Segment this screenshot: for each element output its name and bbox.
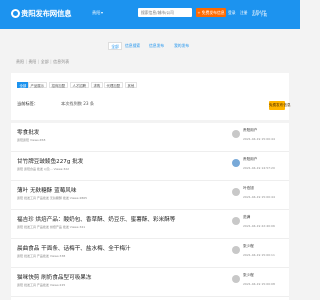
avatar — [232, 246, 240, 254]
listing-title[interactable]: 甘竹牌豆豉鲮鱼227g 批发 — [17, 157, 83, 165]
logo-text: 贵阳发布网信息 — [21, 9, 72, 18]
list-item[interactable]: 甘竹牌豆豉鲮鱼227g 批发 贵阳 贵阳食品 批发 以及... Views:32… — [11, 152, 289, 181]
filter-tag[interactable]: 招商加盟 — [49, 82, 68, 88]
listing-meta: 贵阳 批发工具 产品批发 Views:338 — [17, 254, 66, 258]
logo-icon — [11, 9, 20, 18]
filter-tag[interactable]: 代理加盟 — [104, 82, 123, 88]
app-download-link[interactable]: APP 下载 — [252, 13, 267, 18]
listing-meta: 贵阳 批发工具 产品批发 烘焙产品 批发 Views:341 — [17, 225, 86, 229]
filter-tag[interactable]: 产品展示 — [28, 82, 47, 88]
poster-name[interactable]: 叶伯旭 — [243, 186, 254, 191]
list-item[interactable]: 福吉珍 烘焙产品：酸奶包、香草酥、奶豆乐、蜜薯酥、彩米酥等 贵阳 批发工具 产品… — [11, 210, 289, 239]
list-item[interactable]: 晨曲食品 干面条、话梅干、盐水梅、全干梅汁 贵阳 批发工具 产品批发 Views… — [11, 239, 289, 268]
region-label: 贵阳 — [92, 10, 101, 15]
search-input[interactable] — [138, 8, 192, 17]
avatar — [232, 217, 240, 225]
post-time: 2021-04-19 15:00:08 — [243, 282, 275, 286]
avatar — [232, 130, 240, 138]
listing-meta: 贵阳 批发工具 产品批发 无麸糖酥 批发 Views:2865 — [17, 196, 88, 200]
listing-meta: 贵阳 批发工具 产品批发 Views:225 — [17, 283, 66, 287]
breadcrumb-item[interactable]: 贵阳 — [28, 59, 36, 64]
post-time: 2021-04-19 15:00:11 — [243, 253, 275, 257]
breadcrumb: 贵阳 | 贵阳 | 全部 | 信息列表 — [16, 59, 69, 65]
login-link[interactable]: 登录 — [228, 8, 236, 17]
listing-title[interactable]: 猫咪快剪 刷奶食品型可吸果冻 — [17, 273, 92, 281]
post-time: 2021-04-19 14:57:20 — [243, 166, 275, 170]
tab-search[interactable]: 信息搜索 — [125, 42, 140, 50]
tab-my-posts[interactable]: 我的发布 — [174, 42, 189, 50]
listing-meta: 贵阳 贵阳食品 批发 以及... Views:322 — [17, 167, 70, 171]
header-bar: 贵阳发布网信息 贵阳 + 免费发布信息 登录 注册 手机APP APP 下载 — [0, 0, 300, 29]
list-item[interactable]: 薄叶 无麸糖酥 蓝莓风味 贵阳 批发工具 产品批发 无麸糖酥 批发 Views:… — [11, 181, 289, 210]
breadcrumb-separator: | — [25, 59, 27, 64]
breadcrumb-item[interactable]: 贵阳 — [16, 59, 24, 64]
tab-all[interactable]: 全部 — [108, 42, 122, 50]
list-item[interactable]: 零食批发 贵阳贵阳 Views:458 贵阳用户 2021-04-19 15:0… — [11, 123, 289, 152]
breadcrumb-separator: | — [50, 59, 52, 64]
listing-meta: 贵阳贵阳 Views:458 — [17, 138, 46, 142]
poster-name[interactable]: 张少程 — [243, 273, 254, 278]
listing-title[interactable]: 晨曲食品 干面条、话梅干、盐水梅、全干梅汁 — [17, 244, 131, 252]
post-time: 2021-04-19 15:00:44 — [243, 195, 275, 199]
breadcrumb-item: 信息列表 — [53, 59, 70, 64]
register-link[interactable]: 注册 — [240, 8, 248, 17]
poster-name[interactable]: 张少程 — [243, 244, 254, 249]
listing-title[interactable]: 福吉珍 烘焙产品：酸奶包、香草酥、奶豆乐、蜜薯酥、彩米酥等 — [17, 215, 175, 223]
listing-title[interactable]: 零食批发 — [17, 128, 39, 136]
publish-info-button[interactable]: + 免费发布信息 — [196, 8, 226, 17]
breadcrumb-item[interactable]: 全部 — [41, 59, 49, 64]
avatar — [232, 159, 240, 167]
post-time: 2021-04-19 22:40:06 — [243, 224, 275, 228]
chevron-down-icon — [101, 12, 104, 14]
breadcrumb-separator: | — [37, 59, 40, 64]
avatar — [232, 188, 240, 196]
filter-tag-all[interactable]: 全部 — [17, 82, 29, 88]
main-nav: 全部 信息搜索 信息发布 我的发布 — [0, 38, 300, 58]
filter-panel: 全部 产品展示 招商加盟 人才招聘 求购 代理加盟 其他 当前标签： 本次找到数… — [11, 73, 291, 120]
filter-tag[interactable]: 求购 — [91, 82, 103, 88]
poster-name[interactable]: 贵阳用户 — [243, 128, 257, 133]
list-item[interactable]: 猫咪快剪 刷奶食品型可吸果冻 贵阳 批发工具 产品批发 Views:225 张少… — [11, 268, 289, 297]
poster-name[interactable]: 贵阳用户 — [243, 157, 257, 162]
free-publish-button[interactable]: 免费发布信息 — [269, 101, 291, 110]
listing-list: 零食批发 贵阳贵阳 Views:458 贵阳用户 2021-04-19 15:0… — [11, 123, 289, 300]
result-count: 本次找到数 23 条 — [61, 101, 95, 106]
poster-name[interactable]: 范满 — [243, 215, 250, 220]
filter-tag[interactable]: 其他 — [125, 82, 137, 88]
listing-title[interactable]: 薄叶 无麸糖酥 蓝莓风味 — [17, 186, 77, 194]
region-selector[interactable]: 贵阳 — [92, 10, 104, 16]
filter-tag[interactable]: 人才招聘 — [70, 82, 89, 88]
tab-publish[interactable]: 信息发布 — [149, 42, 164, 50]
current-tag-label: 当前标签： — [17, 101, 38, 106]
post-time: 2021-04-19 15:00:44 — [243, 137, 275, 141]
avatar — [232, 275, 240, 283]
site-logo[interactable]: 贵阳发布网信息 — [11, 6, 77, 22]
